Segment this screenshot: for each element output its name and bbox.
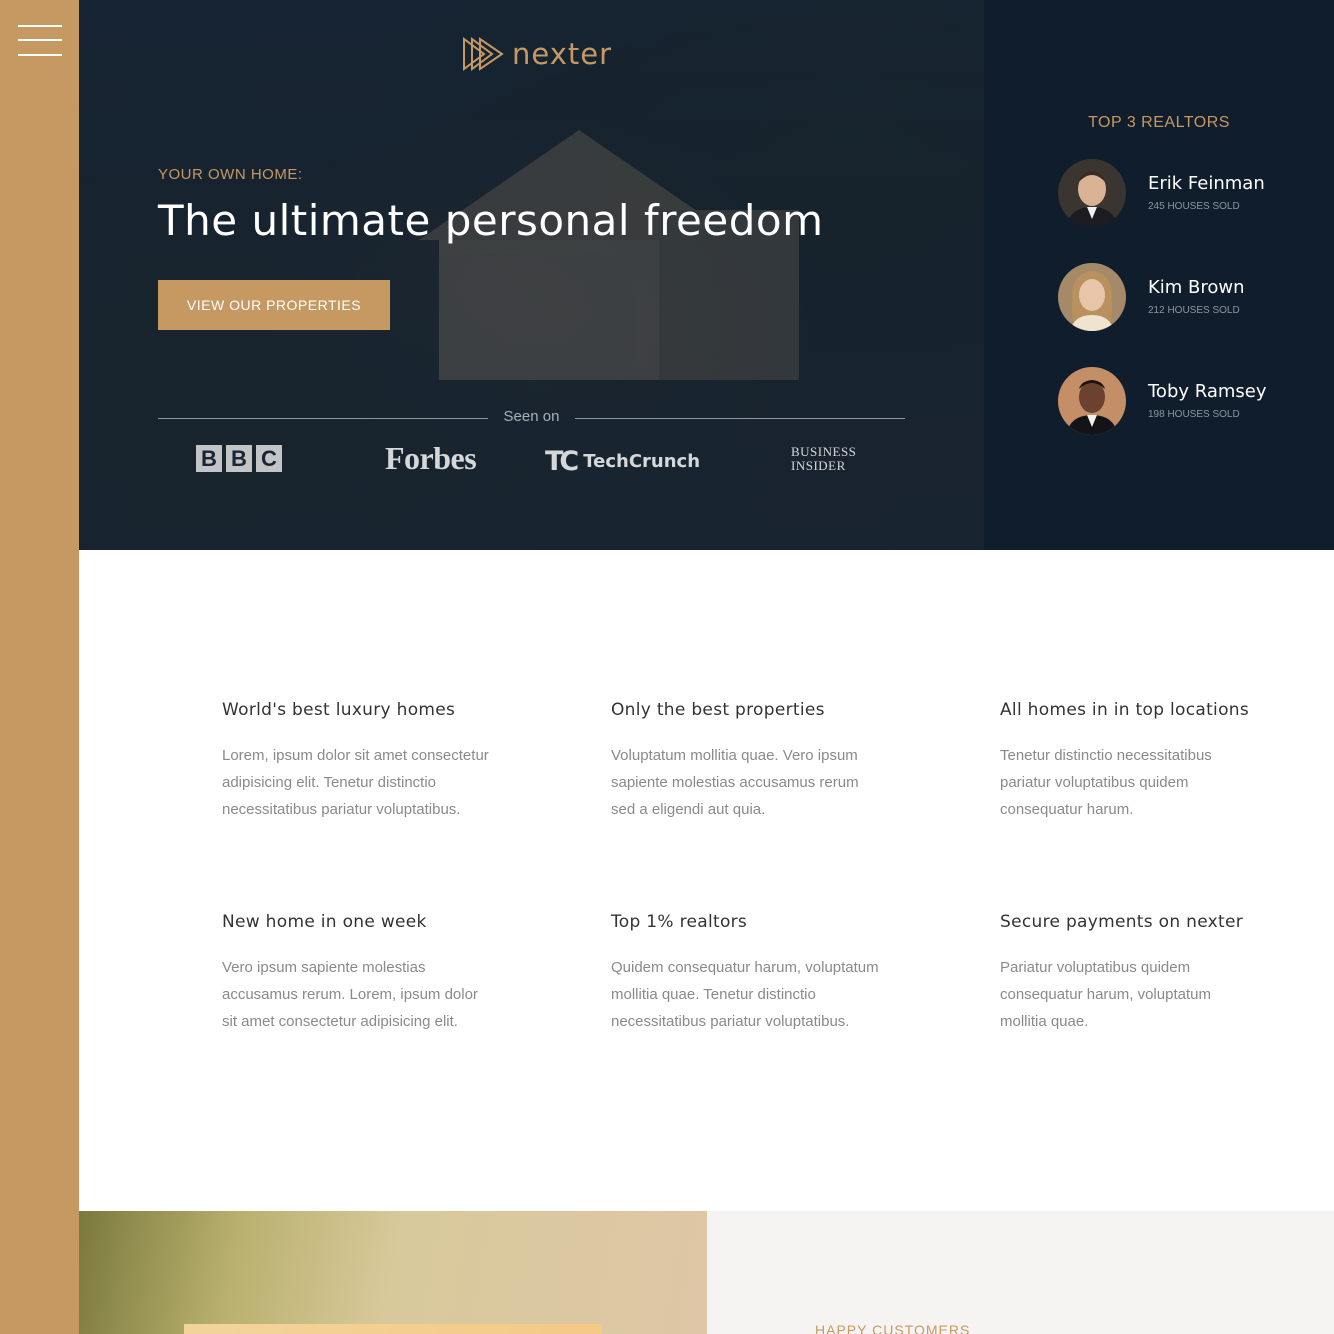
feature-title: World's best luxury homes <box>222 700 456 720</box>
seen-on-label: Seen on <box>503 408 560 425</box>
feature-item: Secure payments on nexter Pariatur volup… <box>1000 912 1250 1035</box>
feature-item: Top 1% realtors Quidem consequatur harum… <box>611 912 881 1035</box>
feature-title: Only the best properties <box>611 700 825 720</box>
bbc-logo: B B C <box>196 445 282 472</box>
brand-logo[interactable]: nexter <box>462 36 612 72</box>
feature-text: Lorem, ipsum dolor sit amet consectetur … <box>222 747 489 818</box>
view-properties-button[interactable]: VIEW OUR PROPERTIES <box>158 280 390 330</box>
feature-title: All homes in in top locations <box>1000 700 1250 720</box>
features-section <box>79 550 1334 1211</box>
realtor-houses-sold: 212 HOUSES SOLD <box>1148 305 1240 316</box>
realtor-card[interactable]: Toby Ramsey 198 HOUSES SOLD <box>1058 367 1288 437</box>
bbc-letter: B <box>226 445 252 472</box>
avatar <box>1058 159 1126 227</box>
business-insider-logo: Business Insider <box>791 444 857 473</box>
testimonials-title: HAPPY CUSTOMERS <box>815 1322 971 1334</box>
bbc-letter: C <box>256 445 282 472</box>
hero-headline: The ultimate personal freedom <box>158 196 824 245</box>
feature-text: Vero ipsum sapiente molestias accusamus … <box>222 959 478 1030</box>
hero-section: nexter YOUR OWN HOME: The ultimate perso… <box>79 0 984 550</box>
avatar <box>1058 263 1126 331</box>
hamburger-icon[interactable] <box>18 25 62 57</box>
divider-line <box>158 418 488 419</box>
bbc-letter: B <box>196 445 222 472</box>
feature-item: World's best luxury homes Lorem, ipsum d… <box>222 700 492 823</box>
realtor-houses-sold: 198 HOUSES SOLD <box>1148 409 1240 420</box>
feature-text: Voluptatum mollitia quae. Vero ipsum sap… <box>611 747 859 818</box>
avatar <box>1058 367 1126 435</box>
techcrunch-mark: TC <box>545 446 579 477</box>
feature-text: Tenetur distinctio necessitatibus pariat… <box>1000 747 1212 818</box>
feature-item: All homes in in top locations Tenetur di… <box>1000 700 1250 823</box>
testimonials-section <box>707 1211 1334 1334</box>
feature-item: New home in one week Vero ipsum sapiente… <box>222 912 492 1035</box>
hero-eyebrow: YOUR OWN HOME: <box>158 166 303 183</box>
gallery-highlight <box>184 1324 602 1334</box>
realtor-name: Toby Ramsey <box>1148 381 1267 402</box>
realtor-name: Kim Brown <box>1148 277 1245 298</box>
feature-item: Only the best properties Voluptatum moll… <box>611 700 881 823</box>
menu-line <box>18 25 62 27</box>
forbes-logo: Forbes <box>385 440 477 476</box>
feature-title: New home in one week <box>222 912 427 932</box>
divider-line <box>575 418 905 419</box>
sidebar <box>0 0 79 1334</box>
techcrunch-wordmark: TechCrunch <box>583 451 701 472</box>
techcrunch-logo: TC TechCrunch <box>545 446 700 477</box>
feature-title: Secure payments on nexter <box>1000 912 1244 932</box>
menu-line <box>18 39 62 41</box>
play-logo-icon <box>463 37 504 71</box>
feature-text: Pariatur voluptatibus quidem consequatur… <box>1000 959 1211 1030</box>
gallery-image <box>79 1211 707 1334</box>
feature-title: Top 1% realtors <box>611 912 748 932</box>
realtor-name: Erik Feinman <box>1148 173 1265 194</box>
realtors-title: TOP 3 REALTORS <box>1088 114 1230 131</box>
brand-name: nexter <box>512 37 613 71</box>
realtor-card[interactable]: Erik Feinman 245 HOUSES SOLD <box>1058 159 1288 229</box>
realtor-card[interactable]: Kim Brown 212 HOUSES SOLD <box>1058 263 1288 333</box>
menu-line <box>18 54 62 56</box>
realtor-houses-sold: 245 HOUSES SOLD <box>1148 201 1240 212</box>
hero-background-house <box>379 130 799 380</box>
feature-text: Quidem consequatur harum, voluptatum mol… <box>611 959 879 1030</box>
